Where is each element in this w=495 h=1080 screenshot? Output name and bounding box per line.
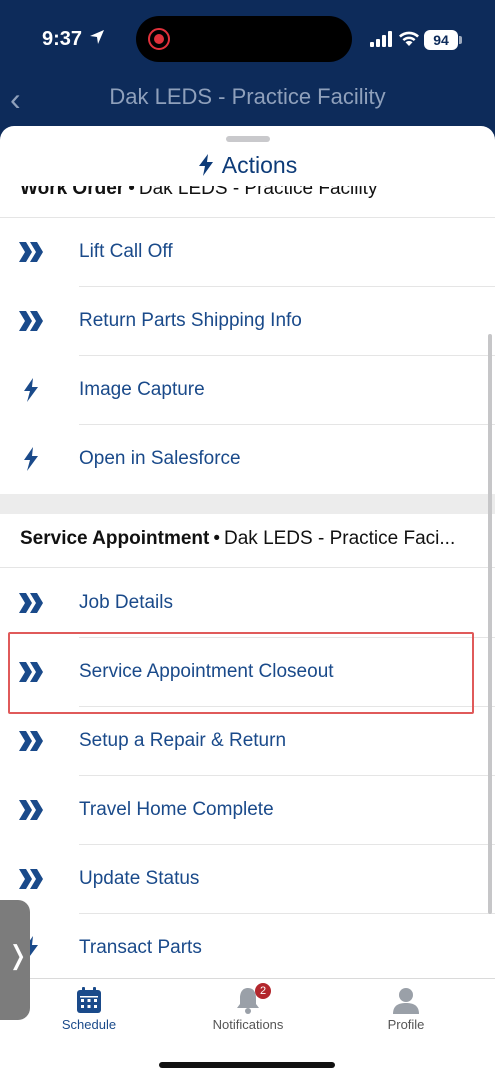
section-name: Work Order [20,186,125,199]
tab-profile[interactable]: Profile [346,985,466,1032]
action-label: Job Details [79,592,173,613]
dynamic-island [136,16,352,62]
recording-icon [148,28,170,50]
actions-sheet: Actions Work Order • Dak LEDS - Practice F… [0,126,495,1080]
wifi-icon [399,31,419,46]
action-job-details[interactable]: Job Details [0,569,495,638]
person-icon [393,988,419,1014]
action-label: Open in Salesforce [79,448,241,469]
lightning-icon [198,154,213,176]
actions-list[interactable]: Work Order • Dak LEDS - Practice Facility … [0,186,495,978]
action-setup-repair-return[interactable]: Setup a Repair & Return [0,707,495,776]
section-subtitle: Dak LEDS - Practice Facility [138,186,378,199]
nav-title: Dak LEDS - Practice Facility [109,84,386,109]
action-open-in-salesforce[interactable]: Open in Salesforce [0,425,495,494]
tab-label: Notifications [212,1017,284,1032]
double-chevron-icon [19,593,43,613]
location-arrow-icon [90,30,104,44]
battery-indicator: 94 [424,30,458,50]
lightning-icon [24,447,38,471]
tab-label: Schedule [61,1017,117,1032]
action-label: Return Parts Shipping Info [79,310,302,331]
section-subtitle: Dak LEDS - Practice Faci... [224,528,456,549]
section-header-work-order: Work Order • Dak LEDS - Practice Facility [0,186,495,218]
cellular-signal-icon [370,31,392,47]
action-label: Setup a Repair & Return [79,730,287,751]
bell-icon-wrap: 2 [233,983,271,1015]
action-transact-parts[interactable]: Transact Parts [0,914,495,978]
double-chevron-icon [19,242,43,262]
action-label: Lift Call Off [79,241,173,262]
lightning-icon [24,378,38,402]
status-bar: 9:37 94 [0,0,495,80]
sheet-header: Actions [0,144,495,186]
action-lift-call-off[interactable]: Lift Call Off [0,218,495,287]
calendar-icon [77,987,101,1013]
sheet-grabber[interactable] [226,136,270,142]
action-travel-home-complete[interactable]: Travel Home Complete [0,776,495,845]
action-label: Travel Home Complete [79,799,274,820]
status-time: 9:37 [42,28,83,50]
section-separator: • [213,528,220,549]
section-header-service-appointment: Service Appointment • Dak LEDS - Practice … [0,514,495,568]
action-label: Image Capture [79,379,205,400]
tab-label: Profile [387,1017,425,1032]
tab-notifications[interactable]: 2 Notifications [188,983,308,1032]
action-image-capture[interactable]: Image Capture [0,356,495,425]
section-gap [0,494,495,514]
side-drawer-handle[interactable]: ❭ [0,900,30,1020]
battery-tip [459,36,462,44]
action-label: Transact Parts [79,937,202,958]
sheet-title: Actions [221,151,298,178]
double-chevron-icon [19,311,43,331]
chevron-right-icon: ❭ [7,940,29,970]
home-indicator [159,1062,335,1068]
action-return-parts-shipping-info[interactable]: Return Parts Shipping Info [0,287,495,356]
section-name: Service Appointment [20,528,210,549]
double-chevron-icon [19,731,43,751]
action-label: Update Status [79,868,200,889]
action-update-status[interactable]: Update Status [0,845,495,914]
scrollbar[interactable] [488,334,492,914]
double-chevron-icon [19,869,43,889]
nav-bar: ‹ Dak LEDS - Practice Facility [0,80,495,126]
notification-badge: 2 [255,983,271,999]
tab-schedule[interactable]: Schedule [29,985,149,1032]
highlight-box [8,632,474,714]
section-separator: • [128,186,135,199]
double-chevron-icon [19,800,43,820]
